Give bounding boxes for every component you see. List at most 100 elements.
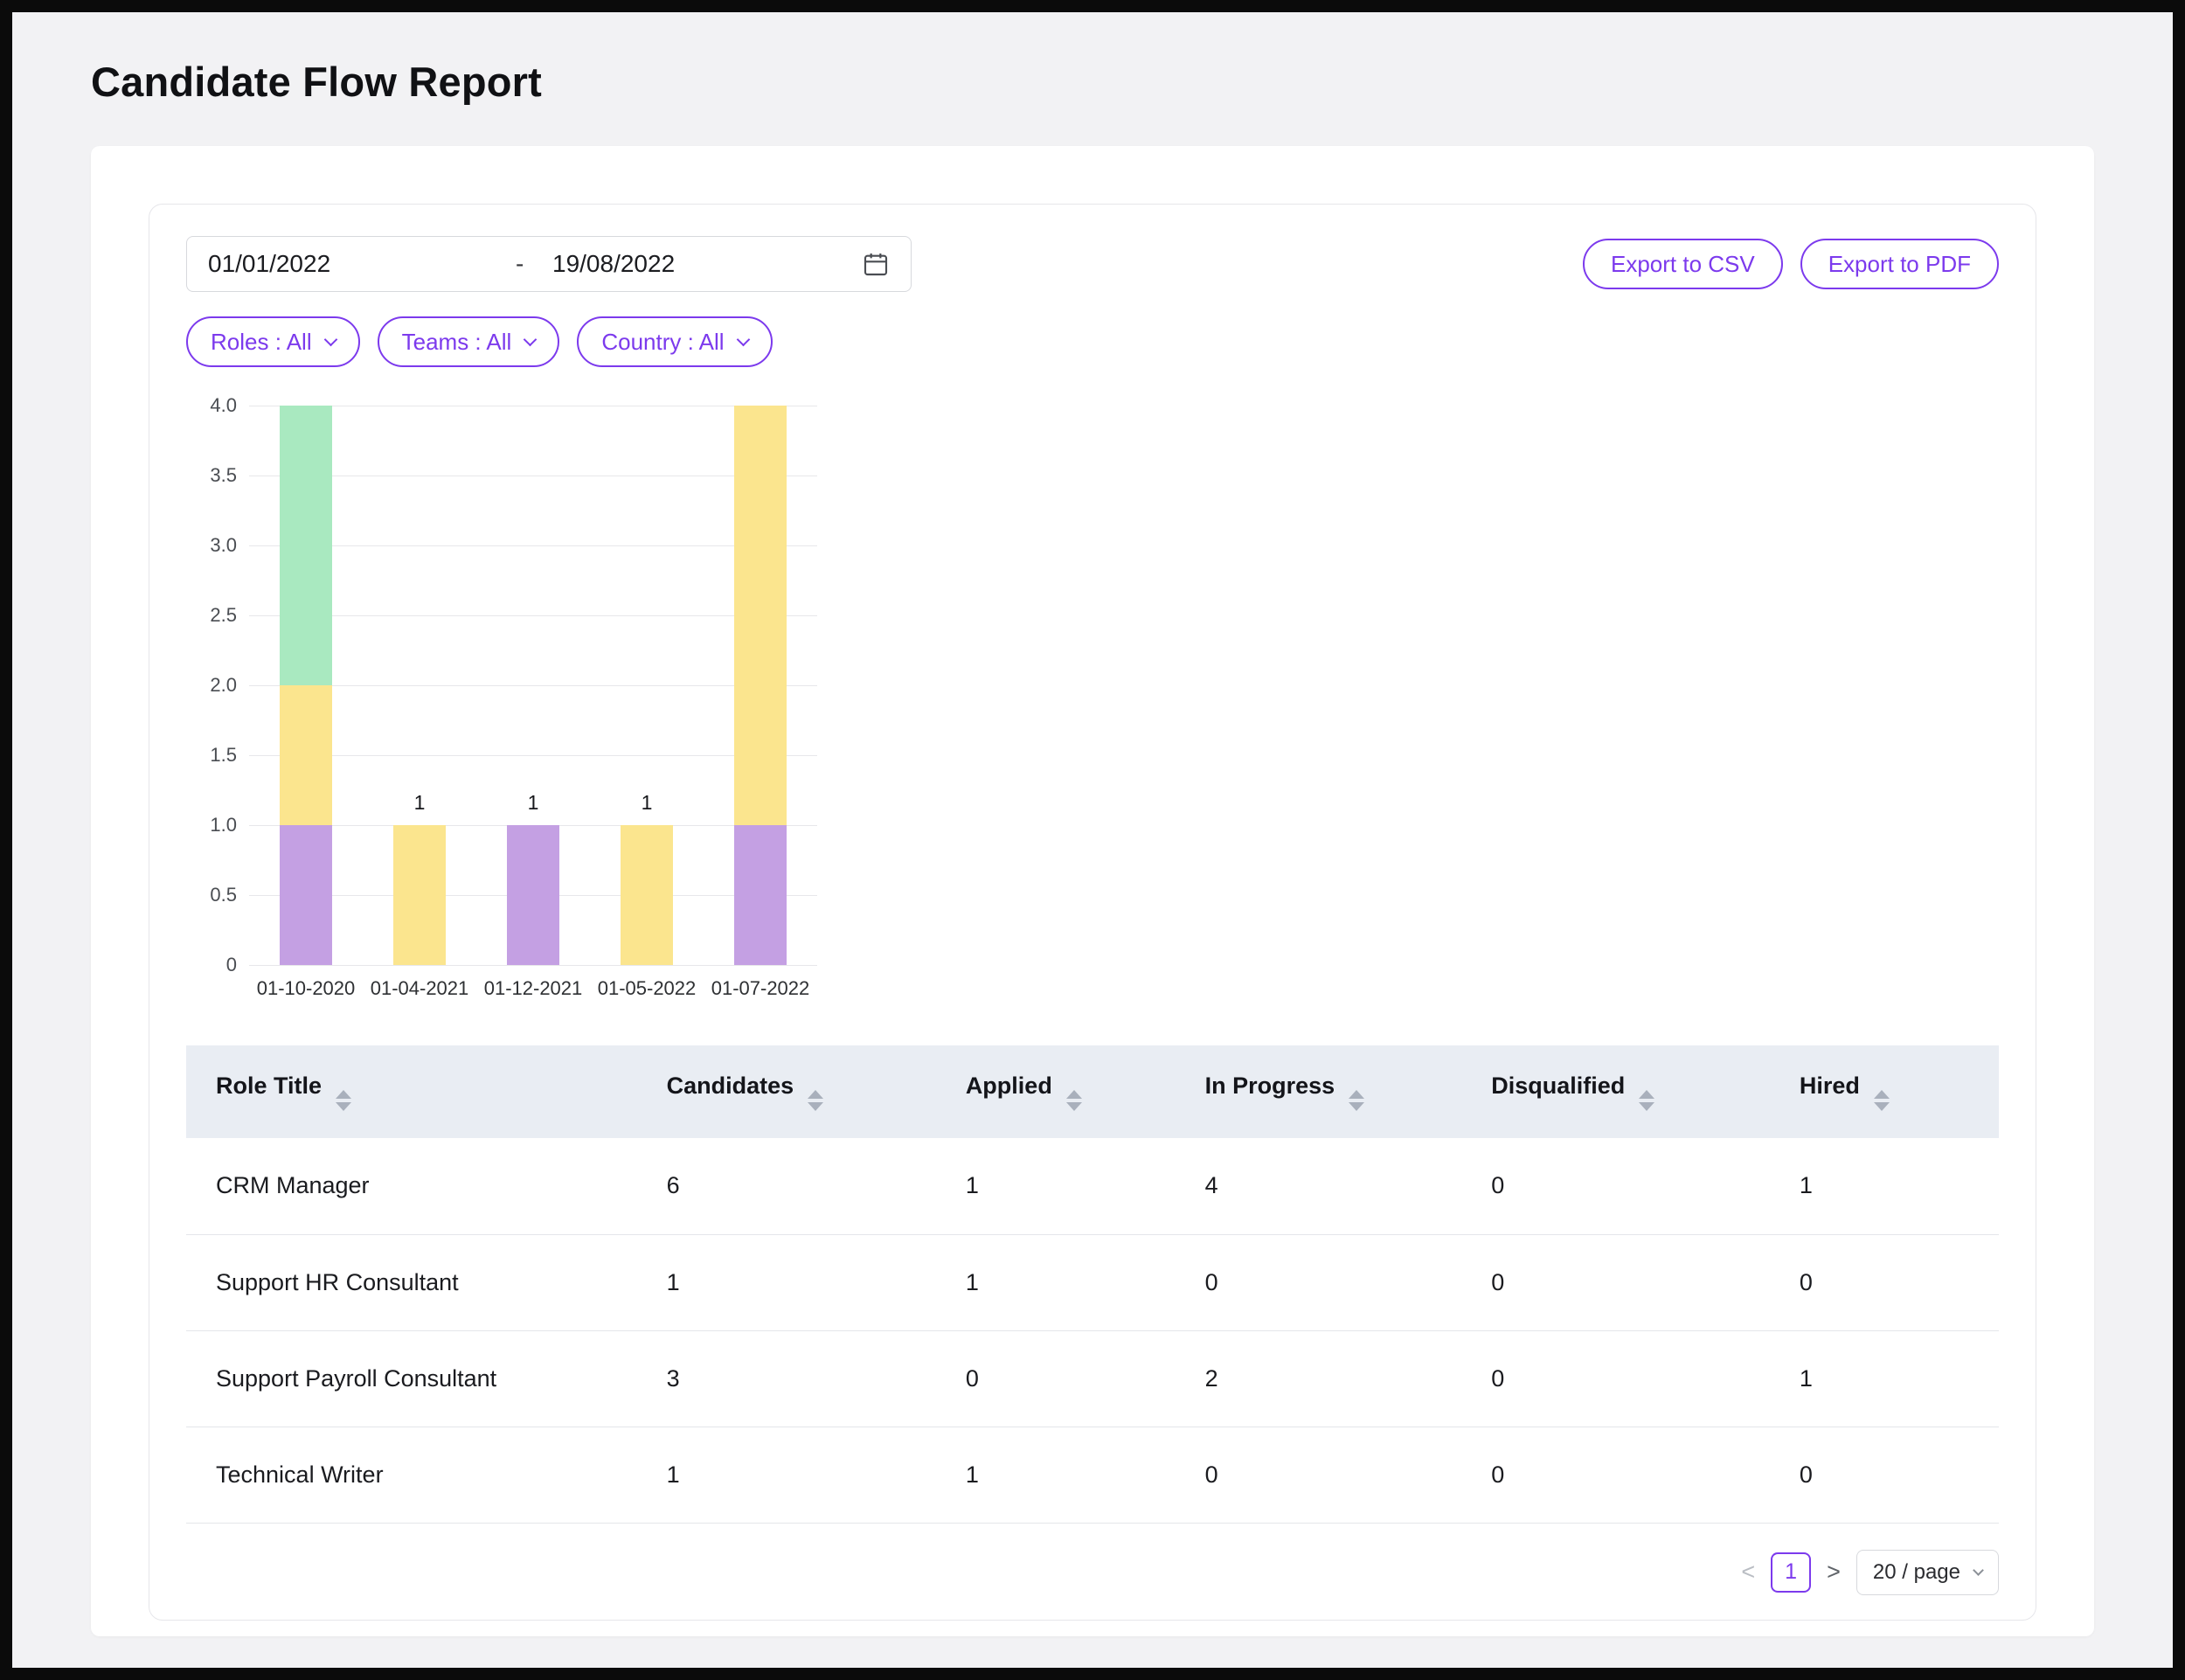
sort-icon: [1066, 1090, 1082, 1111]
chart-x-axis: 01-10-202001-04-202101-12-202101-05-2022…: [249, 965, 817, 1003]
sort-icon: [1639, 1090, 1654, 1111]
column-header-applied[interactable]: Applied: [966, 1045, 1205, 1138]
y-axis-tick: 4.0: [210, 394, 237, 417]
next-page-button[interactable]: >: [1827, 1559, 1841, 1586]
x-axis-label: 01-10-2020: [249, 977, 363, 1000]
roles-filter[interactable]: Roles : All: [186, 316, 360, 367]
y-axis-tick: 1.5: [210, 744, 237, 767]
value-cell: 0: [1205, 1234, 1492, 1330]
chevron-down-icon: [323, 332, 337, 346]
pagination: < 1 > 20 / page: [186, 1550, 1999, 1595]
value-cell: 2: [1205, 1330, 1492, 1427]
gridline: [249, 685, 817, 686]
table-row: Technical Writer11000: [186, 1427, 1999, 1523]
value-cell: 0: [1491, 1330, 1800, 1427]
column-label: In Progress: [1205, 1073, 1335, 1099]
calendar-icon[interactable]: [862, 250, 890, 278]
value-cell: 1: [1800, 1330, 1999, 1427]
column-label: Disqualified: [1491, 1073, 1625, 1099]
candidate-flow-report-screen: Candidate Flow Report 01/01/2022 - 19/08…: [0, 0, 2185, 1680]
page-number-button[interactable]: 1: [1771, 1552, 1811, 1593]
bar-segment-purple: [507, 825, 559, 965]
candidate-flow-chart: 4.03.53.02.52.01.51.00.50 111 01-10-2020…: [186, 406, 1999, 1003]
y-axis-tick: 2.5: [210, 604, 237, 627]
value-cell: 6: [667, 1138, 966, 1234]
y-axis-tick: 2.0: [210, 674, 237, 697]
chart-y-axis: 4.03.53.02.52.01.51.00.50: [186, 406, 249, 965]
value-cell: 1: [966, 1427, 1205, 1523]
report-card: 01/01/2022 - 19/08/2022 Export to CSV: [91, 146, 2094, 1636]
toolbar: 01/01/2022 - 19/08/2022 Export to CSV: [186, 236, 1999, 292]
sort-icon: [1349, 1090, 1364, 1111]
country-filter[interactable]: Country : All: [577, 316, 772, 367]
bar-segment-purple: [734, 825, 787, 965]
sort-icon: [336, 1090, 351, 1111]
column-header-candidates[interactable]: Candidates: [667, 1045, 966, 1138]
column-header-in-progress[interactable]: In Progress: [1205, 1045, 1492, 1138]
gridline: [249, 755, 817, 756]
value-cell: 1: [667, 1427, 966, 1523]
bar-segment-purple: [280, 825, 332, 965]
report-table-body: CRM Manager61401Support HR Consultant110…: [186, 1138, 1999, 1523]
role-title-cell: Support Payroll Consultant: [186, 1330, 667, 1427]
bar-value-label: 1: [476, 791, 590, 815]
value-cell: 0: [1491, 1138, 1800, 1234]
column-label: Hired: [1800, 1073, 1860, 1099]
column-header-hired[interactable]: Hired: [1800, 1045, 1999, 1138]
page-size-select[interactable]: 20 / page: [1856, 1550, 1999, 1595]
gridline: [249, 615, 817, 616]
column-label: Applied: [966, 1073, 1052, 1099]
x-axis-label: 01-05-2022: [590, 977, 704, 1000]
filter-row: Roles : All Teams : All Country : All: [186, 316, 1999, 367]
x-axis-label: 01-04-2021: [363, 977, 476, 1000]
bar-segment-yellow: [280, 685, 332, 825]
teams-filter-label: Teams : All: [402, 329, 512, 356]
column-header-disqualified[interactable]: Disqualified: [1491, 1045, 1800, 1138]
value-cell: 3: [667, 1330, 966, 1427]
value-cell: 4: [1205, 1138, 1492, 1234]
sort-icon: [1874, 1090, 1890, 1111]
value-cell: 1: [966, 1234, 1205, 1330]
y-axis-tick: 0: [226, 954, 237, 976]
value-cell: 1: [667, 1234, 966, 1330]
date-range-input[interactable]: 01/01/2022 - 19/08/2022: [186, 236, 912, 292]
previous-page-button[interactable]: <: [1741, 1559, 1755, 1586]
table-row: CRM Manager61401: [186, 1138, 1999, 1234]
x-axis-label: 01-07-2022: [704, 977, 817, 1000]
bar-segment-yellow: [393, 825, 446, 965]
date-from-value: 01/01/2022: [208, 250, 516, 278]
value-cell: 0: [966, 1330, 1205, 1427]
value-cell: 0: [1491, 1427, 1800, 1523]
column-label: Role Title: [216, 1073, 322, 1099]
bar-value-label: 1: [363, 791, 476, 815]
date-separator: -: [516, 250, 552, 278]
country-filter-label: Country : All: [601, 329, 724, 356]
table-header-row: Role Title Candidates Applied In Progres…: [186, 1045, 1999, 1138]
chevron-down-icon: [1973, 1565, 1984, 1576]
table-row: Support Payroll Consultant30201: [186, 1330, 1999, 1427]
report-table: Role Title Candidates Applied In Progres…: [186, 1045, 1999, 1524]
value-cell: 0: [1800, 1427, 1999, 1523]
bar-segment-yellow: [734, 406, 787, 825]
export-csv-button[interactable]: Export to CSV: [1583, 239, 1783, 289]
y-axis-tick: 1.0: [210, 814, 237, 837]
date-to-value: 19/08/2022: [552, 250, 675, 278]
page-size-value: 20 / page: [1873, 1560, 1960, 1585]
report-panel: 01/01/2022 - 19/08/2022 Export to CSV: [149, 204, 2036, 1621]
bar-segment-yellow: [621, 825, 673, 965]
export-pdf-button[interactable]: Export to PDF: [1800, 239, 1999, 289]
chart-plot: 111: [249, 406, 817, 965]
role-title-cell: Technical Writer: [186, 1427, 667, 1523]
value-cell: 0: [1205, 1427, 1492, 1523]
column-header-role-title[interactable]: Role Title: [186, 1045, 667, 1138]
value-cell: 0: [1491, 1234, 1800, 1330]
y-axis-tick: 3.0: [210, 534, 237, 557]
teams-filter[interactable]: Teams : All: [378, 316, 560, 367]
value-cell: 0: [1800, 1234, 1999, 1330]
value-cell: 1: [1800, 1138, 1999, 1234]
chart-plot-column: 111 01-10-202001-04-202101-12-202101-05-…: [249, 406, 817, 1003]
x-axis-label: 01-12-2021: [476, 977, 590, 1000]
chevron-down-icon: [524, 332, 538, 346]
page-title: Candidate Flow Report: [91, 58, 2173, 106]
y-axis-tick: 0.5: [210, 884, 237, 906]
